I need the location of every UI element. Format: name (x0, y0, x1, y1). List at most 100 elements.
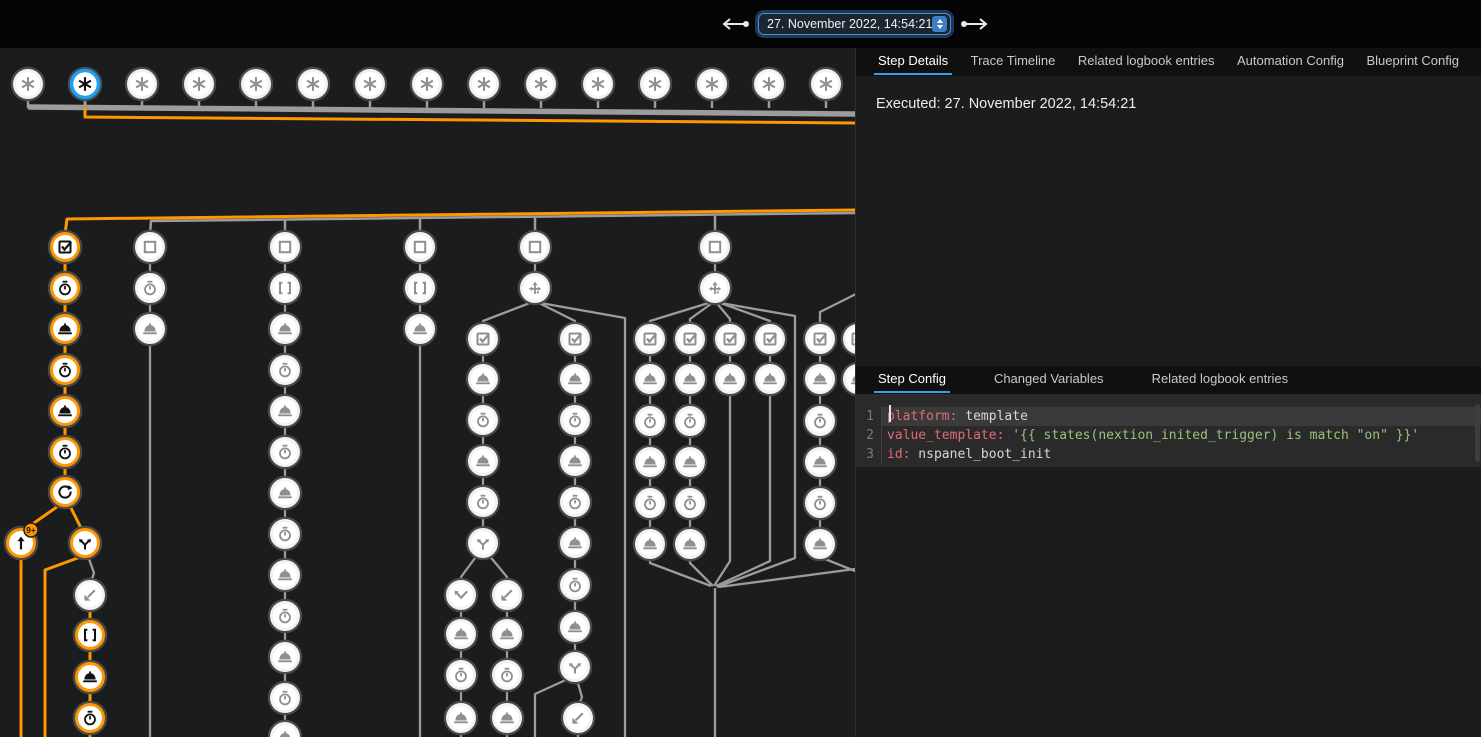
dome-node[interactable] (804, 446, 836, 478)
tab-changed-variables[interactable]: Changed Variables (990, 366, 1108, 393)
timer-node[interactable] (269, 518, 301, 550)
dome-node[interactable] (754, 363, 786, 395)
dome-node[interactable] (445, 618, 477, 650)
dome-node[interactable] (404, 313, 436, 345)
dome-node[interactable] (559, 445, 591, 477)
timer-node[interactable] (269, 600, 301, 632)
previous-run-button[interactable] (720, 14, 752, 34)
tab-trace-timeline[interactable]: Trace Timeline (967, 48, 1060, 75)
timer-node[interactable] (634, 487, 666, 519)
brackets-node[interactable] (74, 619, 106, 651)
dome-node[interactable] (559, 527, 591, 559)
trace-run-select[interactable]: 27. November 2022, 14:54:21 (758, 13, 951, 35)
dome-node[interactable] (269, 395, 301, 427)
timer-node[interactable] (674, 405, 706, 437)
dome-node[interactable] (269, 721, 301, 737)
timer-node[interactable] (674, 487, 706, 519)
dome-node[interactable] (467, 363, 499, 395)
checkbox-node[interactable] (842, 323, 855, 355)
tab-automation-config[interactable]: Automation Config (1233, 48, 1348, 75)
dome-node[interactable] (714, 363, 746, 395)
dome-node[interactable] (804, 363, 836, 395)
square-node[interactable] (519, 231, 551, 263)
dome-node[interactable] (674, 528, 706, 560)
dome-node[interactable] (49, 395, 81, 427)
checkbox-node[interactable] (754, 323, 786, 355)
arrow-up-node[interactable]: 9+ (5, 523, 38, 559)
timer-node[interactable] (445, 659, 477, 691)
timer-node[interactable] (467, 486, 499, 518)
dome-node[interactable] (842, 363, 855, 395)
call-split-node[interactable] (69, 527, 101, 559)
dome-node[interactable] (804, 528, 836, 560)
dome-node[interactable] (491, 702, 523, 734)
asterisk-node[interactable] (354, 68, 386, 100)
dome-node[interactable] (674, 363, 706, 395)
arrow-bottom-left-node[interactable] (74, 579, 106, 611)
step-config-code-editor[interactable]: 1platform: template2value_template: '{{ … (856, 394, 1481, 467)
code-line[interactable]: 3id: nspanel_boot_init (856, 445, 1481, 464)
arrow-bottom-left-node[interactable] (491, 579, 523, 611)
call-split-node[interactable] (559, 651, 591, 683)
asterisk-node[interactable] (183, 68, 215, 100)
tab-blueprint-config[interactable]: Blueprint Config (1362, 48, 1463, 75)
tab-related-logbook-entries[interactable]: Related logbook entries (1074, 48, 1219, 75)
choose-node[interactable] (699, 272, 731, 304)
timer-node[interactable] (559, 486, 591, 518)
timer-node[interactable] (559, 404, 591, 436)
asterisk-node[interactable] (126, 68, 158, 100)
dome-node[interactable] (269, 559, 301, 591)
timer-node[interactable] (804, 487, 836, 519)
code-line[interactable]: 2value_template: '{{ states(nextion_init… (856, 426, 1481, 445)
timer-node[interactable] (269, 436, 301, 468)
timer-node[interactable] (467, 404, 499, 436)
dome-node[interactable] (269, 641, 301, 673)
dome-node[interactable] (634, 363, 666, 395)
brackets-node[interactable] (269, 272, 301, 304)
checkbox-node[interactable] (467, 323, 499, 355)
checkbox-node[interactable] (714, 323, 746, 355)
timer-node[interactable] (49, 272, 81, 304)
square-node[interactable] (269, 231, 301, 263)
arrow-bottom-left-node[interactable] (562, 702, 594, 734)
dome-node[interactable] (269, 313, 301, 345)
dome-node[interactable] (559, 363, 591, 395)
asterisk-node[interactable] (69, 68, 101, 100)
timer-node[interactable] (804, 405, 836, 437)
choose-node[interactable] (519, 272, 551, 304)
asterisk-node[interactable] (582, 68, 614, 100)
dome-node[interactable] (674, 446, 706, 478)
square-node[interactable] (404, 231, 436, 263)
checkbox-node[interactable] (674, 323, 706, 355)
asterisk-node[interactable] (297, 68, 329, 100)
next-run-button[interactable] (958, 14, 990, 34)
dome-node[interactable] (467, 445, 499, 477)
asterisk-node[interactable] (525, 68, 557, 100)
asterisk-node[interactable] (639, 68, 671, 100)
call-missed-node[interactable] (445, 579, 477, 611)
asterisk-node[interactable] (12, 68, 44, 100)
timer-node[interactable] (134, 272, 166, 304)
timer-node[interactable] (74, 702, 106, 734)
checkbox-node[interactable] (634, 323, 666, 355)
dome-node[interactable] (634, 446, 666, 478)
tab-step-config[interactable]: Step Config (874, 366, 950, 393)
code-line[interactable]: 1platform: template (856, 407, 1481, 426)
checkbox-node[interactable] (559, 323, 591, 355)
timer-node[interactable] (634, 405, 666, 437)
asterisk-node[interactable] (411, 68, 443, 100)
timer-node[interactable] (269, 682, 301, 714)
repeat-node[interactable] (49, 476, 81, 508)
dome-node[interactable] (74, 661, 106, 693)
timer-node[interactable] (559, 569, 591, 601)
call-split-node[interactable] (467, 527, 499, 559)
timer-node[interactable] (49, 436, 81, 468)
square-node[interactable] (699, 231, 731, 263)
dome-node[interactable] (49, 313, 81, 345)
dome-node[interactable] (559, 611, 591, 643)
timer-node[interactable] (269, 354, 301, 386)
dome-node[interactable] (134, 313, 166, 345)
dome-node[interactable] (269, 477, 301, 509)
asterisk-node[interactable] (468, 68, 500, 100)
asterisk-node[interactable] (240, 68, 272, 100)
